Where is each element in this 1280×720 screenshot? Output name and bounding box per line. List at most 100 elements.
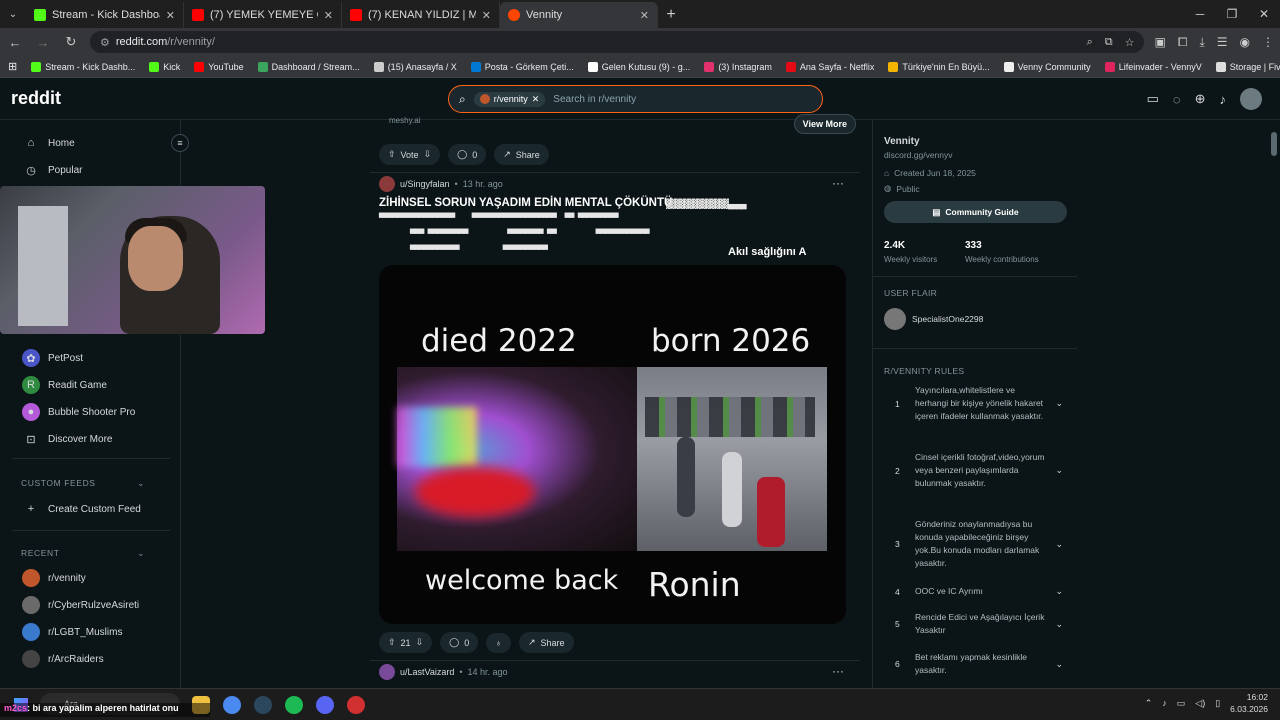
sidebar-item-home[interactable]: ⌂ Home	[22, 134, 75, 152]
post-author[interactable]: u/Singyfalan	[400, 179, 450, 189]
browser-menu-icon[interactable]: ⋮	[1262, 35, 1274, 50]
share-button[interactable]: ↗ Share	[518, 632, 574, 653]
rule-item[interactable]: 6 Bet reklamı yapmak kesinlikle yasaktır.…	[895, 651, 1063, 677]
share-button[interactable]: ↗ Share	[494, 144, 549, 165]
tab-vennity[interactable]: Vennity ✕	[500, 2, 658, 28]
post-options-icon[interactable]: ···	[832, 664, 844, 678]
tab-close-icon[interactable]: ✕	[324, 9, 333, 22]
new-tab-button[interactable]: +	[658, 2, 684, 28]
post-title[interactable]: ZİHİNSEL SORUN YAŞADIM EDİN MENTAL ÇÖKÜN…	[379, 196, 819, 211]
rule-item[interactable]: 3 Gönderiniz onaylanmadıysa bu konuda yap…	[895, 518, 1063, 570]
view-more-button[interactable]: View More	[793, 114, 856, 134]
page-scrollbar[interactable]	[1268, 120, 1280, 688]
tab-search-icon[interactable]: ⌄	[0, 0, 26, 28]
reload-icon[interactable]: ↻	[62, 34, 80, 50]
network-icon[interactable]: ▭	[1177, 698, 1186, 709]
chip-close-icon[interactable]: ✕	[532, 94, 540, 105]
custom-feeds-header[interactable]: CUSTOM FEEDS ⌄	[21, 478, 145, 489]
sidebar-item-recent[interactable]: r/CyberRulzveAsireti	[22, 596, 139, 614]
downvote-icon[interactable]: ⇩	[424, 149, 432, 160]
profile-icon[interactable]: ◉	[1240, 35, 1250, 50]
subreddit-chip[interactable]: r/vennity ✕	[473, 91, 546, 107]
bookmark-item[interactable]: Storage | Fivemanage	[1215, 61, 1280, 72]
community-guide-button[interactable]: ▤ Community Guide	[884, 201, 1067, 223]
tab-kick-dashboard[interactable]: Stream - Kick Dashboard ✕	[26, 2, 184, 28]
bookmark-item[interactable]: Stream - Kick Dashb...	[31, 61, 135, 72]
advertise-icon[interactable]: ▭	[1147, 91, 1159, 107]
bookmark-item[interactable]: Kick	[149, 61, 180, 72]
create-custom-feed-button[interactable]: + Create Custom Feed	[22, 500, 141, 518]
apps-grid-icon[interactable]: ⊞	[8, 60, 17, 73]
rule-item[interactable]: 5 Rencide Edici ve Aşağılayıcı İçerik Yas…	[895, 611, 1063, 637]
microphone-icon[interactable]: ♪	[1162, 698, 1167, 708]
reddit-logo[interactable]: reddit	[11, 88, 61, 109]
scrollbar-thumb[interactable]	[1271, 132, 1277, 156]
spotify-icon[interactable]	[285, 696, 303, 714]
bookmark-item[interactable]: Venny Community	[1003, 61, 1091, 72]
vote-button[interactable]: ⇧ 21 ⇩	[379, 632, 433, 653]
url-field[interactable]: ⚙ reddit.com/r/vennity/ ⌕ ⧉ ☆	[90, 31, 1145, 53]
sidebar-item-recent[interactable]: r/LGBT_Muslims	[22, 623, 122, 641]
tab-close-icon[interactable]: ✕	[166, 9, 175, 22]
tray-expand-icon[interactable]: ⌃	[1145, 698, 1153, 709]
download-icon[interactable]: ⤓	[1199, 35, 1204, 50]
extensions-puzzle-icon[interactable]: ⧠	[1178, 35, 1188, 50]
create-post-icon[interactable]: ⊕	[1195, 91, 1206, 107]
rule-item[interactable]: 1 Yayıncılara,whitelistlere ve herhangi b…	[895, 384, 1063, 423]
bookmark-item[interactable]: Gelen Kutusu (9) - g...	[587, 61, 690, 72]
post-author[interactable]: u/LastVaizard	[400, 667, 454, 677]
volume-icon[interactable]: ◁)	[1195, 698, 1205, 709]
cast-icon[interactable]: ⧉	[1105, 36, 1113, 49]
sidebar-item-recent[interactable]: r/ArcRaiders	[22, 650, 104, 668]
search-bar[interactable]: ⌕ r/vennity ✕ Search in r/vennity	[448, 85, 823, 113]
reading-list-icon[interactable]: ☰	[1217, 35, 1228, 50]
sidebar-item-bubble-shooter[interactable]: ● Bubble Shooter Pro	[22, 403, 135, 421]
award-button[interactable]: ♁	[486, 632, 511, 653]
extension-icon[interactable]: ▣	[1154, 35, 1165, 50]
tab-close-icon[interactable]: ✕	[640, 9, 649, 22]
community-link[interactable]: discord.gg/vennyv	[884, 150, 953, 160]
vote-button[interactable]: ⇧ Vote ⇩	[379, 144, 441, 165]
bookmark-item[interactable]: Lifeinvader - VennyV	[1104, 61, 1202, 72]
bookmark-star-icon[interactable]: ☆	[1125, 36, 1135, 49]
tab-close-icon[interactable]: ✕	[482, 9, 491, 22]
zoom-icon[interactable]: ⌕	[1087, 36, 1093, 49]
notification-bell-icon[interactable]: ♪	[1220, 92, 1227, 107]
clock[interactable]: 16:02 6.03.2026	[1230, 691, 1268, 715]
rule-item[interactable]: 4 OOC ve IC Ayrımı ⌄	[895, 585, 1063, 598]
collapse-sidebar-icon[interactable]: ≡	[171, 134, 189, 152]
tab-youtube-1[interactable]: (7) YEMEK YEMEYE OTURDUK, A ✕	[184, 2, 342, 28]
sidebar-item-recent[interactable]: r/vennity	[22, 569, 86, 587]
upvote-icon[interactable]: ⇧	[388, 637, 396, 648]
bookmark-item[interactable]: Posta - Görkem Çeti...	[470, 61, 574, 72]
rule-item[interactable]: 2 Cinsel içerikli fotoğraf,video,yorum ve…	[895, 451, 1063, 490]
comments-button[interactable]: ◯ 0	[440, 632, 479, 653]
bookmark-item[interactable]: (3) Instagram	[704, 61, 772, 72]
battery-icon[interactable]: ▯	[1215, 698, 1220, 709]
bookmark-item[interactable]: YouTube	[194, 61, 244, 72]
sidebar-item-popular[interactable]: ◷ Popular	[22, 161, 82, 179]
discord-icon[interactable]	[316, 696, 334, 714]
upvote-icon[interactable]: ⇧	[388, 149, 396, 160]
minimize-icon[interactable]: ─	[1184, 7, 1216, 21]
bookmark-item[interactable]: Ana Sayfa - Netflix	[785, 61, 874, 72]
user-flair[interactable]: SpecialistOne2298	[884, 308, 983, 330]
downvote-icon[interactable]: ⇩	[416, 637, 424, 648]
tab-youtube-2[interactable]: (7) KENAN YILDIZ | Madara Olu ✕	[342, 2, 500, 28]
comments-button[interactable]: ◯ 0	[448, 144, 487, 165]
close-window-icon[interactable]: ✕	[1248, 7, 1280, 21]
maximize-icon[interactable]: ❐	[1216, 7, 1248, 21]
chat-icon[interactable]: ◌	[1173, 92, 1181, 107]
bookmark-item[interactable]: (15) Anasayfa / X	[373, 61, 457, 72]
site-info-icon[interactable]: ⚙	[100, 36, 110, 49]
avatar[interactable]	[379, 176, 395, 192]
post-media[interactable]: died 2022 born 2026 welcome back Ronin	[379, 265, 846, 624]
bookmark-item[interactable]: Türkiye'nin En Büyü...	[888, 61, 990, 72]
steam-icon[interactable]	[254, 696, 272, 714]
back-icon[interactable]: ←	[6, 35, 24, 50]
forward-icon[interactable]: →	[34, 35, 52, 50]
search-input[interactable]: Search in r/vennity	[553, 94, 636, 105]
avatar[interactable]	[379, 664, 395, 680]
avatar[interactable]	[1240, 88, 1262, 110]
sidebar-item-readit-game[interactable]: R Readit Game	[22, 376, 107, 394]
